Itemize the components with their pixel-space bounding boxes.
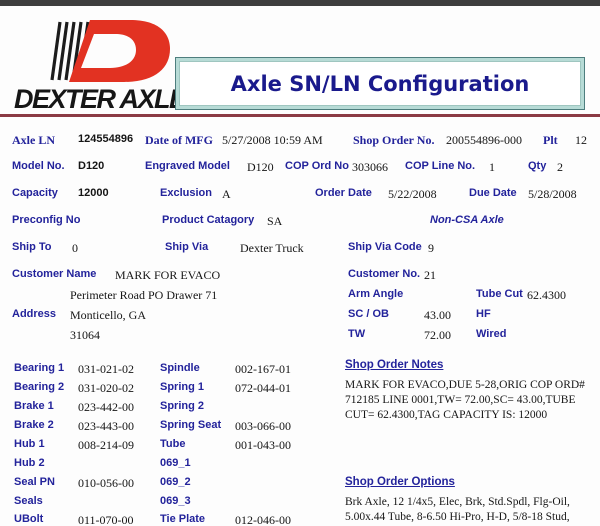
part-value: 012-046-00 [235, 513, 291, 526]
cop-ord-no-label: COP Ord No [285, 160, 349, 172]
dexter-d-icon: DEXTER AXLE [14, 18, 184, 114]
part-value: 001-043-00 [235, 438, 291, 453]
address-line2: Monticello, GA [70, 308, 146, 323]
customer-no-value: 21 [424, 268, 436, 283]
ship-via-code-value: 9 [428, 241, 434, 256]
part-label: 069_1 [160, 457, 191, 469]
part-value: 003-066-00 [235, 419, 291, 434]
part-label: Seals [14, 495, 43, 507]
part-label: Spindle [160, 362, 200, 374]
part-value: 023-443-00 [78, 419, 134, 434]
part-value: 031-020-02 [78, 381, 134, 396]
plt-value: 12 [575, 133, 587, 148]
note-line: 712185 LINE 0001,TW= 72.00,SC= 43.00,TUB… [345, 394, 576, 406]
address-line3: 31064 [70, 328, 100, 343]
part-value: 002-167-01 [235, 362, 291, 377]
axle-ln-value: 124554896 [78, 133, 133, 145]
part-label: Spring 2 [160, 400, 204, 412]
tube-cut-label: Tube Cut [476, 288, 523, 300]
header-divider [0, 114, 600, 117]
non-csa-axle-flag: Non-CSA Axle [430, 214, 504, 226]
due-date-value: 5/28/2008 [528, 187, 577, 202]
part-label: Hub 1 [14, 438, 45, 450]
part-value: 031-021-02 [78, 362, 134, 377]
option-line: 5.00x.44 Tube, 8-6.50 Hi-Pro, H-D, 5/8-1… [345, 511, 570, 523]
sc-ob-value: 43.00 [424, 308, 451, 323]
part-value: 008-214-09 [78, 438, 134, 453]
dexter-axle-logo: DEXTER AXLE [14, 18, 184, 114]
part-label: Brake 2 [14, 419, 54, 431]
part-value: 011-070-00 [78, 513, 134, 526]
engraved-model-label: Engraved Model [145, 160, 230, 172]
ship-to-label: Ship To [12, 241, 52, 253]
order-date-label: Order Date [315, 187, 372, 199]
sc-ob-label: SC / OB [348, 308, 389, 320]
customer-no-label: Customer No. [348, 268, 420, 280]
part-label: Spring Seat [160, 419, 221, 431]
exclusion-value: A [222, 187, 231, 202]
preconfig-no-label: Preconfig No [12, 214, 80, 226]
product-catagory-label: Product Catagory [162, 214, 254, 226]
part-label: Spring 1 [160, 381, 204, 393]
capacity-value: 12000 [78, 187, 109, 199]
qty-value: 2 [557, 160, 563, 175]
model-no-label: Model No. [12, 160, 65, 172]
address-label: Address [12, 308, 56, 320]
part-label: Hub 2 [14, 457, 45, 469]
cop-line-no-label: COP Line No. [405, 160, 475, 172]
qty-label: Qty [528, 160, 546, 172]
tw-value: 72.00 [424, 328, 451, 343]
ship-to-value: 0 [72, 241, 78, 256]
plt-label: Plt [543, 133, 558, 148]
tube-cut-value: 62.4300 [527, 288, 566, 303]
part-label: Brake 1 [14, 400, 54, 412]
wired-label: Wired [476, 328, 506, 340]
cop-ord-no-value: 303066 [352, 160, 388, 175]
ship-via-value: Dexter Truck [240, 241, 304, 256]
window-top-bar [0, 0, 600, 6]
note-line: MARK FOR EVACO,DUE 5-28,ORIG COP ORD# [345, 379, 585, 391]
axle-ln-label: Axle LN [12, 133, 55, 148]
order-date-value: 5/22/2008 [388, 187, 437, 202]
part-label: UBolt [14, 513, 43, 525]
part-label: Bearing 2 [14, 381, 64, 393]
part-value: 010-056-00 [78, 476, 134, 491]
part-label: Seal PN [14, 476, 55, 488]
shop-order-notes-title: Shop Order Notes [345, 359, 443, 371]
axle-configuration-report: DEXTER AXLE Axle SN/LN Configuration Axl… [0, 0, 600, 526]
date-of-mfg-label: Date of MFG [145, 133, 213, 148]
product-catagory-value: SA [267, 214, 282, 229]
logo-wordmark: DEXTER AXLE [14, 84, 184, 114]
report-title-box: Axle SN/LN Configuration [175, 57, 585, 110]
tw-label: TW [348, 328, 365, 340]
part-value: 023-442-00 [78, 400, 134, 415]
date-of-mfg-value: 5/27/2008 10:59 AM [222, 133, 323, 148]
shop-order-no-value: 200554896-000 [446, 133, 522, 148]
address-line1: Perimeter Road PO Drawer 71 [70, 288, 217, 303]
option-line: Brk Axle, 12 1/4x5, Elec, Brk, Std.Spdl,… [345, 496, 570, 508]
due-date-label: Due Date [469, 187, 517, 199]
arm-angle-label: Arm Angle [348, 288, 403, 300]
model-no-value: D120 [78, 160, 104, 172]
part-label: 069_2 [160, 476, 191, 488]
part-label: Tie Plate [160, 513, 205, 525]
cop-line-no-value: 1 [489, 160, 495, 175]
customer-name-label: Customer Name [12, 268, 96, 280]
page-title: Axle SN/LN Configuration [231, 72, 530, 96]
part-value: 072-044-01 [235, 381, 291, 396]
engraved-model-value: D120 [247, 160, 274, 175]
customer-name-value: MARK FOR EVACO [115, 268, 220, 283]
shop-order-options-title: Shop Order Options [345, 476, 455, 488]
hf-label: HF [476, 308, 491, 320]
note-line: CUT= 62.4300,TAG CAPACITY IS: 12000 [345, 409, 547, 421]
shop-order-no-label: Shop Order No. [353, 133, 434, 148]
part-label: 069_3 [160, 495, 191, 507]
part-label: Tube [160, 438, 185, 450]
ship-via-code-label: Ship Via Code [348, 241, 422, 253]
exclusion-label: Exclusion [160, 187, 212, 199]
part-label: Bearing 1 [14, 362, 64, 374]
capacity-label: Capacity [12, 187, 58, 199]
ship-via-label: Ship Via [165, 241, 208, 253]
